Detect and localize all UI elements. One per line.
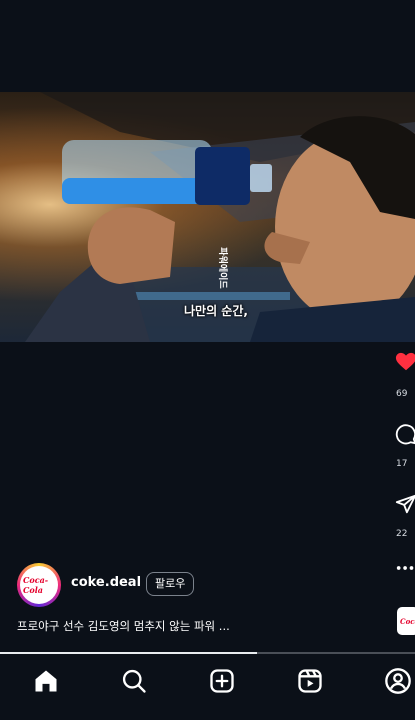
nav-home[interactable] [32, 667, 60, 695]
profile-icon [385, 668, 411, 694]
video-progress-fill [0, 652, 258, 654]
send-icon [395, 494, 415, 514]
bottle-label: 파워에이드 [217, 247, 228, 289]
more-options-button[interactable] [395, 563, 415, 573]
coca-cola-logo: Coca-Cola [23, 569, 55, 601]
create-post-icon [210, 669, 234, 693]
username[interactable]: coke.deal [71, 575, 141, 590]
reel-video[interactable]: 파워에이드 나만의 순간, [0, 92, 415, 342]
follow-button[interactable]: 팔로우 [146, 572, 195, 596]
video-subtitle: 나만의 순간, [184, 304, 248, 318]
nav-reels[interactable] [296, 667, 324, 695]
share-button[interactable]: 22 [395, 493, 415, 539]
comment-button[interactable]: 17 [395, 423, 415, 469]
home-icon [35, 670, 57, 692]
reels-icon [298, 669, 322, 693]
caption[interactable]: 프로야구 선수 김도영의 멈추지 않는 파워 ... [17, 618, 357, 634]
audio-thumbnail[interactable]: Coca [397, 607, 415, 635]
nav-profile[interactable] [384, 667, 412, 695]
like-button[interactable]: 69 [395, 351, 415, 399]
search-icon [122, 669, 146, 693]
avatar[interactable]: Coca-Cola [17, 563, 61, 607]
comment-icon [395, 424, 415, 445]
more-horizontal-icon [396, 566, 414, 570]
like-count: 69 [396, 389, 408, 399]
share-count: 22 [396, 529, 408, 539]
bottom-nav [0, 655, 415, 720]
video-progress-bar[interactable] [0, 652, 415, 654]
comment-count: 17 [396, 459, 408, 469]
heart-filled-icon [395, 352, 415, 371]
nav-search[interactable] [120, 667, 148, 695]
avatar-inner: Coca-Cola [20, 566, 58, 604]
nav-create[interactable] [208, 667, 236, 695]
